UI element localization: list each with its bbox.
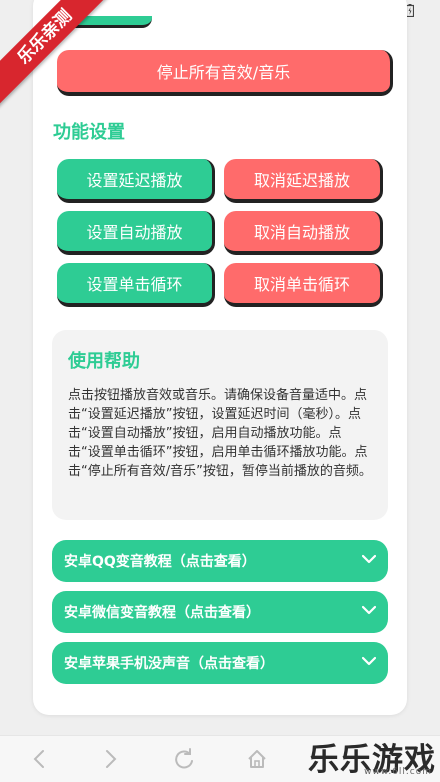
home-icon[interactable] <box>246 748 268 770</box>
cancel-delay-button[interactable]: 取消延迟播放 <box>224 159 383 203</box>
set-delay-button[interactable]: 设置延迟播放 <box>57 159 215 203</box>
set-loop-button[interactable]: 设置单击循环 <box>57 263 215 307</box>
corner-ribbon: 乐乐亲测 <box>0 0 110 110</box>
tutorial-wechat-label: 安卓微信变音教程（点击查看） <box>64 605 260 621</box>
refresh-icon[interactable] <box>173 748 195 770</box>
back-arrow-icon[interactable] <box>32 748 46 770</box>
chevron-down-icon <box>362 605 376 615</box>
set-delay-label: 设置延迟播放 <box>86 171 183 190</box>
chevron-down-icon <box>362 656 376 666</box>
cancel-auto-button[interactable]: 取消自动播放 <box>224 211 383 255</box>
help-body: 点击按钮播放音效或音乐。请确保设备音量适中。点击“设置延迟播放”按钮，设置延迟时… <box>68 388 372 479</box>
tutorial-iphone-accordion[interactable]: 安卓苹果手机没声音（点击查看） <box>52 642 388 684</box>
help-panel: 使用帮助 点击按钮播放音效或音乐。请确保设备音量适中。点击“设置延迟播放”按钮，… <box>52 330 388 520</box>
ribbon-label: 乐乐亲测 <box>0 0 110 108</box>
cancel-loop-button[interactable]: 取消单击循环 <box>224 263 383 307</box>
cancel-delay-label: 取消延迟播放 <box>253 171 350 190</box>
help-title: 使用帮助 <box>68 351 140 372</box>
tutorial-wechat-accordion[interactable]: 安卓微信变音教程（点击查看） <box>52 591 388 633</box>
battery-icon <box>406 4 414 17</box>
tutorial-qq-label: 安卓QQ变音教程（点击查看） <box>64 554 256 570</box>
set-auto-label: 设置自动播放 <box>86 223 183 242</box>
cancel-loop-label: 取消单击循环 <box>253 275 350 294</box>
tutorial-qq-accordion[interactable]: 安卓QQ变音教程（点击查看） <box>52 540 388 582</box>
set-loop-label: 设置单击循环 <box>86 275 183 294</box>
cancel-auto-label: 取消自动播放 <box>253 223 350 242</box>
watermark-url: www.6ll.com <box>364 767 432 777</box>
settings-title: 功能设置 <box>53 122 125 143</box>
chevron-down-icon <box>362 554 376 564</box>
forward-arrow-icon[interactable] <box>104 748 118 770</box>
set-auto-button[interactable]: 设置自动播放 <box>57 211 215 255</box>
tutorial-iphone-label: 安卓苹果手机没声音（点击查看） <box>64 656 274 672</box>
stop-all-label: 停止所有音效/音乐 <box>156 63 291 82</box>
